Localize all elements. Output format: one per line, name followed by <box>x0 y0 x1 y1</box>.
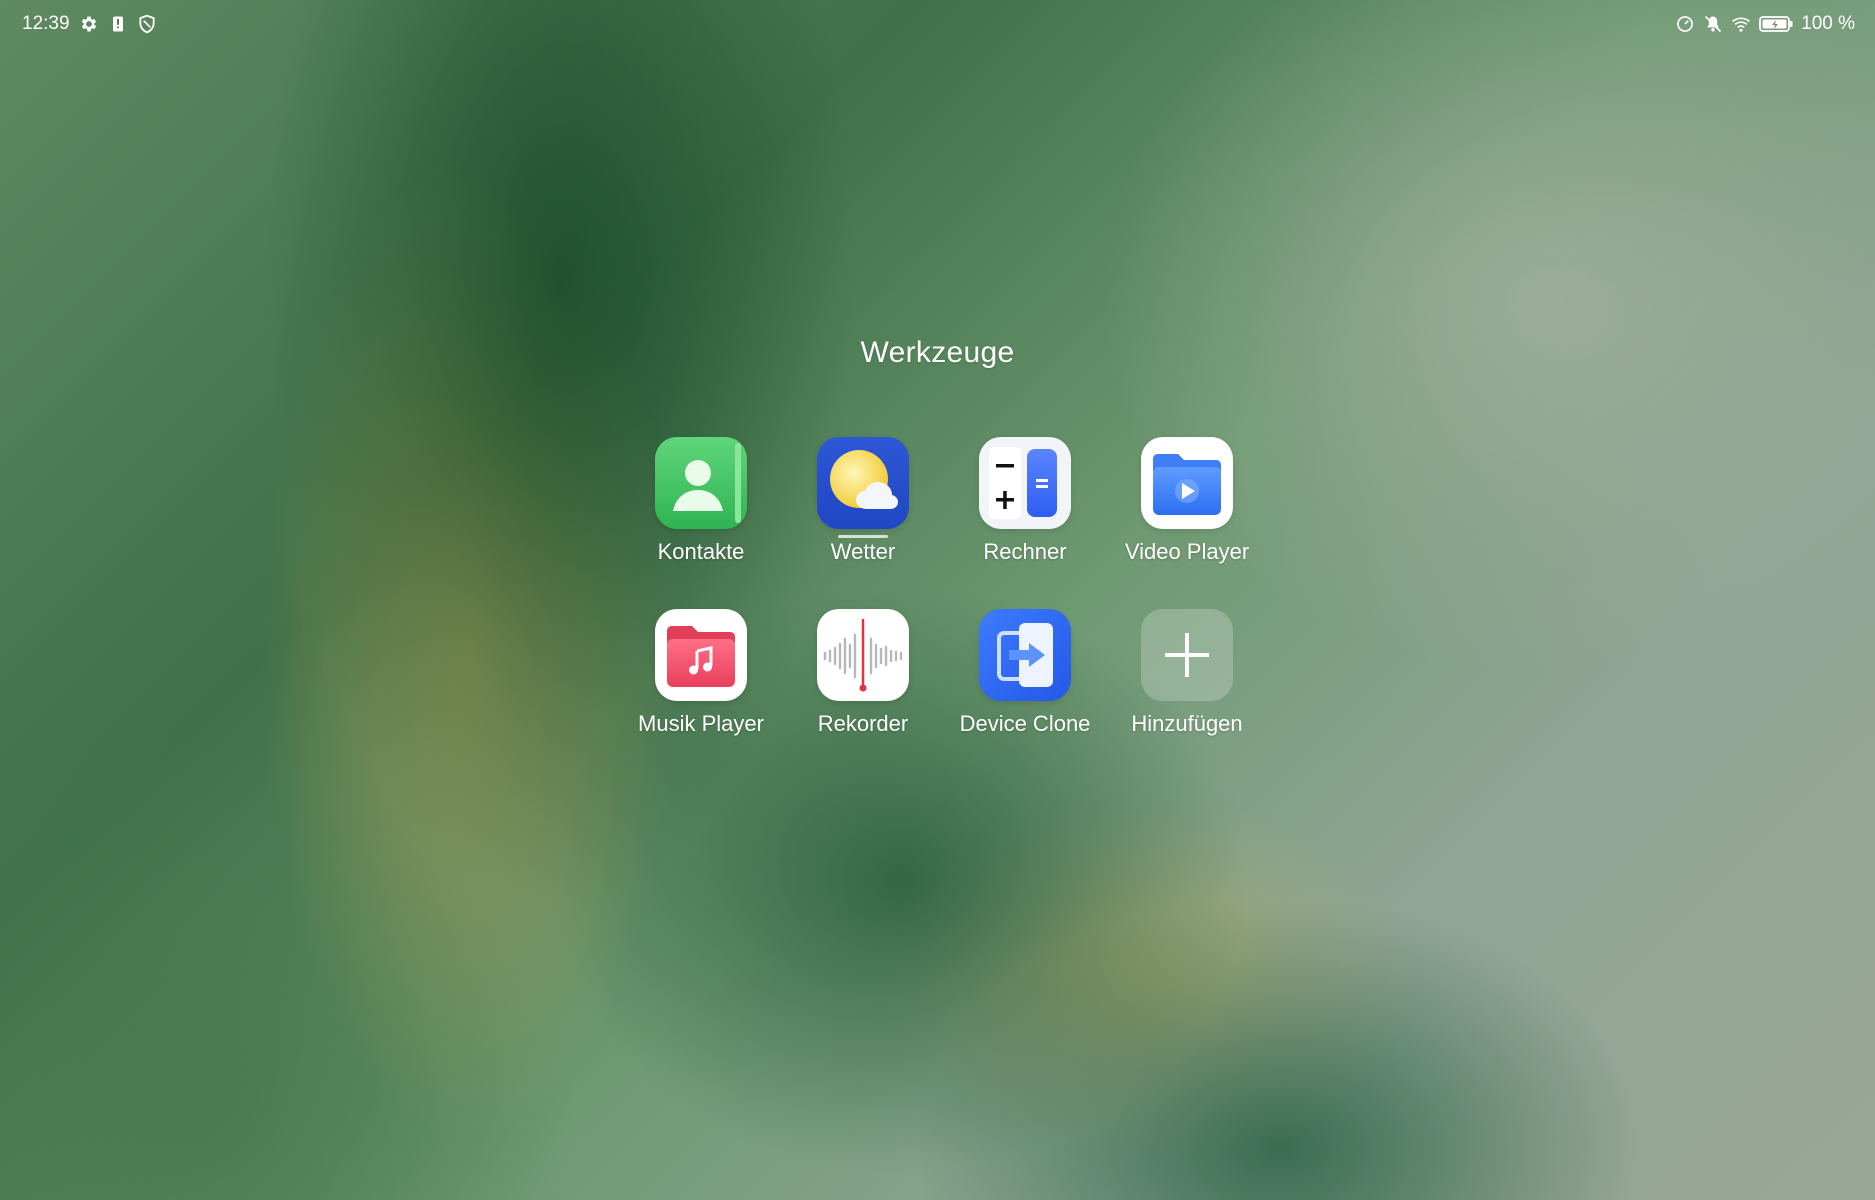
settings-icon <box>79 14 99 34</box>
music-player-icon[interactable] <box>655 609 747 701</box>
status-bar-left: 12:39 <box>22 13 157 35</box>
home-screen: 12:39 100 % Werkzeuge Kontakte Wetter Re… <box>0 0 1875 1200</box>
weather-icon[interactable] <box>817 437 909 529</box>
app-label: Hinzufügen <box>1131 711 1243 736</box>
status-bar: 12:39 100 % <box>0 0 1875 50</box>
recorder-icon[interactable] <box>817 609 909 701</box>
device-clone-icon[interactable] <box>979 609 1071 701</box>
folder-title[interactable]: Werkzeuge <box>0 336 1875 370</box>
battery-icon <box>1759 14 1793 34</box>
calculator-icon[interactable] <box>979 437 1071 529</box>
add-icon[interactable] <box>1141 609 1233 701</box>
running-indicator <box>838 535 888 538</box>
app-video-player[interactable]: Video Player <box>1106 437 1268 609</box>
app-wetter[interactable]: Wetter <box>782 437 944 609</box>
app-icon-wrap <box>817 437 909 538</box>
app-label: Musik Player <box>638 711 764 736</box>
app-label: Video Player <box>1124 539 1250 564</box>
app-rekorder[interactable]: Rekorder <box>782 609 944 781</box>
video-player-icon[interactable] <box>1141 437 1233 529</box>
app-label: Rekorder <box>817 711 909 736</box>
app-label: Device Clone <box>959 711 1091 736</box>
app-label: Kontakte <box>657 539 745 564</box>
app-hinzufuegen[interactable]: Hinzufügen <box>1106 609 1268 781</box>
app-rechner[interactable]: Rechner <box>944 437 1106 609</box>
app-musik-player[interactable]: Musik Player <box>620 609 782 781</box>
wifi-icon <box>1731 14 1751 34</box>
data-saver-icon <box>1675 14 1695 34</box>
mute-icon <box>1703 14 1723 34</box>
app-label: Wetter <box>830 539 896 564</box>
battery-percentage: 100 % <box>1801 13 1855 34</box>
contacts-icon[interactable] <box>655 437 747 529</box>
clock: 12:39 <box>22 13 70 34</box>
app-kontakte[interactable]: Kontakte <box>620 437 782 609</box>
folder-app-grid: Kontakte Wetter Rechner Video Player Mus… <box>620 437 1270 781</box>
app-device-clone[interactable]: Device Clone <box>944 609 1106 781</box>
alert-icon <box>108 14 128 34</box>
status-bar-right: 100 % <box>1675 13 1855 35</box>
shield-icon <box>137 14 157 34</box>
app-label: Rechner <box>983 539 1067 564</box>
